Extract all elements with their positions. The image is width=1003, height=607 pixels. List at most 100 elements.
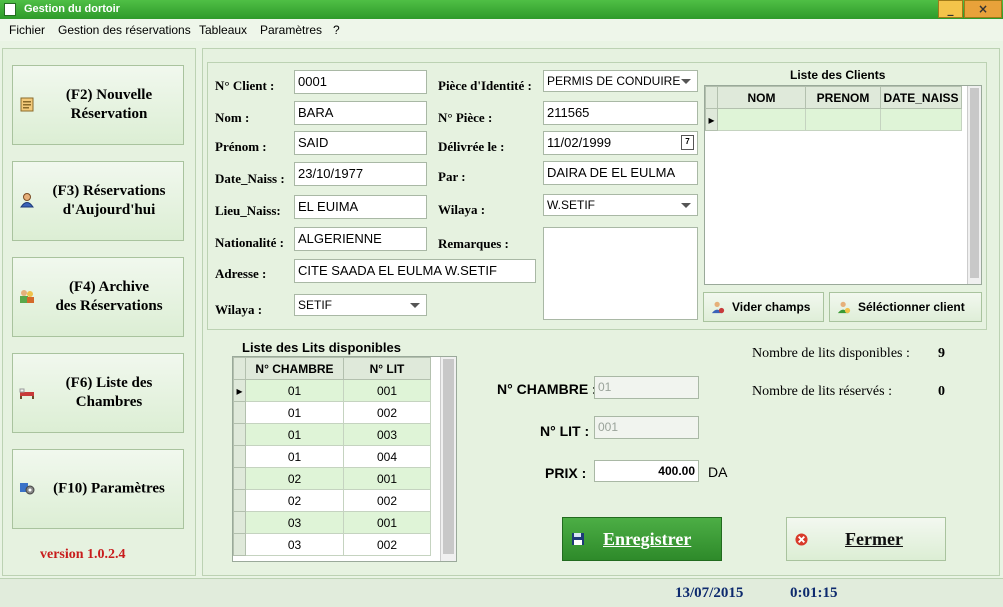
birth-date-label: Date_Naiss :: [215, 171, 285, 186]
cell-chambre[interactable]: 01: [245, 423, 344, 446]
clear-fields-button[interactable]: Vider champs: [703, 292, 824, 322]
cell-lit[interactable]: 001: [343, 467, 431, 490]
first-name-label: Prénom :: [215, 139, 267, 154]
issued-date-value: 11/02/1999: [547, 135, 612, 150]
scrollbar-thumb[interactable]: [443, 359, 454, 554]
table-row[interactable]: 01 004: [233, 445, 431, 468]
cell-chambre[interactable]: 01: [245, 445, 344, 468]
calendar-icon[interactable]: 7: [681, 135, 694, 150]
name-label: Nom :: [215, 110, 250, 125]
column-header-nom[interactable]: NOM: [717, 86, 806, 109]
menu-fichier[interactable]: Fichier: [9, 23, 45, 37]
row-selector[interactable]: [233, 401, 246, 424]
id-document-select[interactable]: PERMIS DE CONDUIRE: [543, 70, 698, 92]
close-button[interactable]: ×: [964, 0, 1002, 18]
column-header-lit[interactable]: N° LIT: [343, 357, 431, 380]
menu-help[interactable]: ?: [333, 23, 340, 37]
row-selector[interactable]: [233, 445, 246, 468]
cell-lit[interactable]: 002: [343, 489, 431, 512]
table-row[interactable]: 02 001: [233, 467, 431, 490]
issued-date-field[interactable]: 11/02/1999 7: [543, 131, 698, 155]
cell-chambre[interactable]: 01: [245, 379, 344, 402]
wilaya-label: Wilaya :: [215, 302, 263, 317]
cell-chambre[interactable]: 03: [245, 511, 344, 534]
client-number-field[interactable]: 0001: [294, 70, 427, 94]
clipboard-icon: [20, 97, 34, 112]
issuer-wilaya-label: Wilaya :: [438, 202, 486, 217]
menu-gestion-reservations[interactable]: Gestion des réservations: [58, 23, 191, 37]
first-name-field[interactable]: SAID: [294, 131, 427, 155]
row-selector[interactable]: [233, 511, 246, 534]
scrollbar-thumb[interactable]: [970, 88, 979, 278]
wilaya-selected: SETIF: [298, 298, 333, 312]
row-selector[interactable]: ▸: [705, 108, 718, 131]
beds-list-title: Liste des Lits disponibles: [242, 340, 401, 355]
menu-parametres[interactable]: Paramètres: [260, 23, 322, 37]
cell-chambre[interactable]: 02: [245, 489, 344, 512]
cell-lit[interactable]: 001: [343, 511, 431, 534]
archive-icon: [20, 290, 34, 303]
cell-nom[interactable]: [717, 108, 806, 131]
cell-chambre[interactable]: 03: [245, 533, 344, 556]
price-field[interactable]: 400.00: [594, 460, 699, 482]
rooms-list-button[interactable]: (F6) Liste des Chambres: [12, 353, 184, 433]
table-row[interactable]: 01 002: [233, 401, 431, 424]
client-number-label: N° Client :: [215, 78, 275, 93]
table-row[interactable]: ▸ 01 001: [233, 379, 431, 402]
cell-prenom[interactable]: [805, 108, 881, 131]
table-row[interactable]: 02 002: [233, 489, 431, 512]
reserved-beds-count: 0: [938, 384, 945, 399]
cell-lit[interactable]: 001: [343, 379, 431, 402]
issuer-wilaya-select[interactable]: W.SETIF: [543, 194, 698, 216]
table-row[interactable]: 01 003: [233, 423, 431, 446]
table-row[interactable]: 03 002: [233, 533, 431, 556]
row-selector[interactable]: ▸: [233, 379, 246, 402]
save-button[interactable]: Enregistrer: [562, 517, 722, 561]
cell-chambre[interactable]: 02: [245, 467, 344, 490]
birth-place-field[interactable]: EL EUIMA: [294, 195, 427, 219]
cell-lit[interactable]: 004: [343, 445, 431, 468]
new-reservation-button[interactable]: (F2) Nouvelle Réservation: [12, 65, 184, 145]
user-clear-icon: [711, 301, 725, 314]
available-beds-label: Nombre de lits disponibles :: [752, 346, 910, 361]
cell-lit[interactable]: 002: [343, 401, 431, 424]
close-form-button[interactable]: Fermer: [786, 517, 946, 561]
id-number-field[interactable]: 211565: [543, 101, 698, 125]
row-selector[interactable]: [233, 533, 246, 556]
id-number-label: N° Pièce :: [438, 110, 493, 125]
name-field[interactable]: BARA: [294, 101, 427, 125]
wilaya-select[interactable]: SETIF: [294, 294, 427, 316]
cell-lit[interactable]: 003: [343, 423, 431, 446]
nationality-field[interactable]: ALGERIENNE: [294, 227, 427, 251]
column-header-date-naiss[interactable]: DATE_NAISS: [880, 86, 962, 109]
column-header-prenom[interactable]: PRENOM: [805, 86, 881, 109]
status-date: 13/07/2015: [675, 585, 744, 601]
cell-lit[interactable]: 002: [343, 533, 431, 556]
beds-scrollbar[interactable]: [440, 357, 456, 561]
issued-date-label: Délivrée le :: [438, 139, 505, 154]
row-selector[interactable]: [233, 489, 246, 512]
bed-number-label: N° LIT :: [540, 423, 590, 439]
save-label: Enregistrer: [603, 529, 692, 549]
reservations-archive-button[interactable]: (F4) Archive des Réservations: [12, 257, 184, 337]
todays-reservations-button[interactable]: (F3) Réservations d'Aujourd'hui: [12, 161, 184, 241]
table-row[interactable]: 03 001: [233, 511, 431, 534]
minimize-button[interactable]: _: [938, 0, 963, 18]
status-bar: 13/07/2015 0:01:15: [0, 578, 1003, 607]
menu-tableaux[interactable]: Tableaux: [199, 23, 247, 37]
row-selector[interactable]: [233, 423, 246, 446]
row-selector[interactable]: [233, 467, 246, 490]
settings-button[interactable]: (F10) Paramètres: [12, 449, 184, 529]
column-header-chambre[interactable]: N° CHAMBRE: [245, 357, 344, 380]
clients-scrollbar[interactable]: [967, 86, 981, 284]
select-client-button[interactable]: Séléctionner client: [829, 292, 982, 322]
beds-grid[interactable]: N° CHAMBRE N° LIT ▸ 01 001 01 002 01 003 01 0…: [232, 356, 457, 562]
cell-chambre[interactable]: 01: [245, 401, 344, 424]
birth-date-field[interactable]: 23/10/1977: [294, 162, 427, 186]
cell-date-naiss[interactable]: [880, 108, 962, 131]
remarks-textarea[interactable]: [543, 227, 698, 320]
address-field[interactable]: CITE SAADA EL EULMA W.SETIF: [294, 259, 536, 283]
issued-by-field[interactable]: DAIRA DE EL EULMA: [543, 161, 698, 185]
table-row[interactable]: ▸: [705, 108, 962, 131]
clients-grid[interactable]: NOM PRENOM DATE_NAISS ▸: [704, 85, 982, 285]
